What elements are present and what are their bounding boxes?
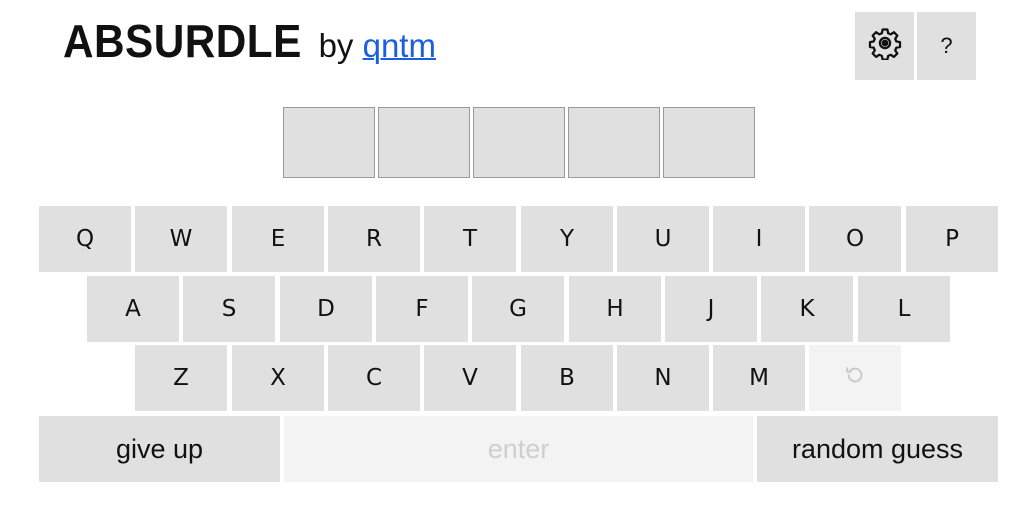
key-u[interactable]: U [617, 206, 709, 272]
key-r[interactable]: R [328, 206, 420, 272]
key-m[interactable]: M [713, 345, 805, 411]
key-g[interactable]: G [472, 276, 564, 342]
key-c[interactable]: C [328, 345, 420, 411]
letter-tile [473, 107, 565, 178]
key-k[interactable]: K [761, 276, 853, 342]
guess-row [283, 107, 755, 178]
key-d[interactable]: D [280, 276, 372, 342]
key-b[interactable]: B [521, 345, 613, 411]
letter-tile [283, 107, 375, 178]
byline: by qntm [319, 27, 436, 65]
help-button[interactable]: ? [917, 12, 976, 80]
app-header: ABSURDLE by qntm [63, 14, 436, 74]
key-e[interactable]: E [232, 206, 324, 272]
key-s[interactable]: S [183, 276, 275, 342]
letter-tile [378, 107, 470, 178]
letter-tile [663, 107, 755, 178]
author-link[interactable]: qntm [363, 27, 436, 64]
key-l[interactable]: L [858, 276, 950, 342]
key-x[interactable]: X [232, 345, 324, 411]
app-title: ABSURDLE [63, 15, 302, 67]
key-w[interactable]: W [135, 206, 227, 272]
key-v[interactable]: V [424, 345, 516, 411]
key-p[interactable]: P [906, 206, 998, 272]
key-q[interactable]: Q [39, 206, 131, 272]
letter-tile [568, 107, 660, 178]
settings-button[interactable] [855, 12, 914, 80]
gear-icon [868, 26, 902, 66]
key-n[interactable]: N [617, 345, 709, 411]
give-up-button[interactable]: give up [39, 416, 280, 482]
undo-icon [844, 364, 866, 392]
key-a[interactable]: A [87, 276, 179, 342]
key-z[interactable]: Z [135, 345, 227, 411]
key-j[interactable]: J [665, 276, 757, 342]
key-h[interactable]: H [569, 276, 661, 342]
enter-button[interactable]: enter [284, 416, 753, 482]
backspace-key[interactable] [809, 345, 901, 411]
key-y[interactable]: Y [521, 206, 613, 272]
random-guess-button[interactable]: random guess [757, 416, 998, 482]
key-i[interactable]: I [713, 206, 805, 272]
by-text: by [318, 27, 354, 64]
key-o[interactable]: O [809, 206, 901, 272]
key-f[interactable]: F [376, 276, 468, 342]
key-t[interactable]: T [424, 206, 516, 272]
